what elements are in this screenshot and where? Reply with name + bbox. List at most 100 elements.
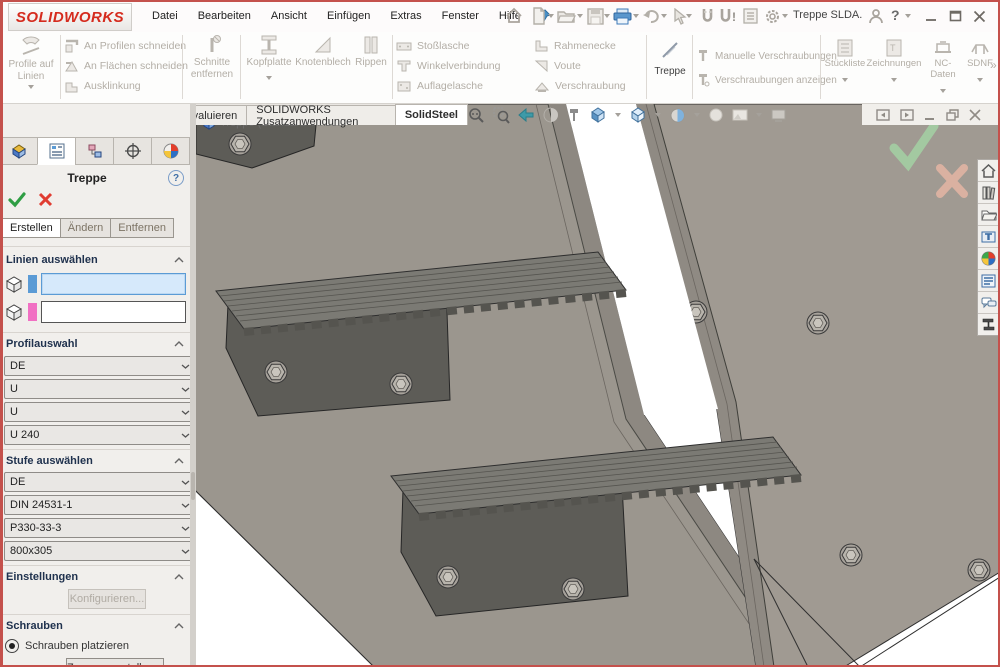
minimize-doc-icon[interactable] bbox=[924, 109, 936, 121]
task-list-icon[interactable] bbox=[740, 6, 760, 26]
ribbon-voute-button[interactable]: Voute bbox=[534, 56, 626, 76]
mode-tab-erstellen[interactable]: Erstellen bbox=[2, 218, 61, 238]
pin-view-icon[interactable] bbox=[567, 107, 581, 123]
print-icon[interactable] bbox=[612, 6, 632, 26]
view-orientation-dropdown[interactable] bbox=[615, 113, 621, 117]
tab-zusatzanwendungen[interactable]: SOLIDWORKS Zusatzanwendungen bbox=[246, 105, 396, 125]
ribbon-kopfplatte-button[interactable]: Kopfplatte bbox=[244, 34, 294, 100]
stufe-groesse-select[interactable]: 800x305 bbox=[4, 541, 196, 561]
ribbon-verschraubungen-anzeigen-button[interactable]: Verschraubungen anzeigen bbox=[696, 68, 837, 92]
ribbon-knotenblech-button[interactable]: Knotenblech bbox=[296, 34, 350, 100]
dimxpertmanager-tab[interactable] bbox=[113, 137, 152, 165]
profil-groesse-select[interactable]: U 240 bbox=[4, 425, 196, 445]
home-icon[interactable] bbox=[504, 6, 524, 26]
display-style-icon[interactable] bbox=[629, 106, 647, 124]
ribbon-zeichnungen-button[interactable]: T Zeichnungen bbox=[868, 34, 920, 100]
apply-scene-dropdown[interactable] bbox=[756, 113, 762, 117]
taskpane-solidsteel-button[interactable] bbox=[978, 314, 999, 335]
ribbon-an-profilen-schneiden-button[interactable]: An Profilen schneiden bbox=[64, 36, 188, 56]
view-orientation-icon[interactable] bbox=[589, 106, 607, 124]
ribbon-overflow-button[interactable]: » bbox=[990, 58, 997, 72]
ribbon-stueckliste-button[interactable]: Stückliste bbox=[823, 34, 867, 100]
menu-extras[interactable]: Extras bbox=[386, 8, 425, 24]
collapse-chevron-icon[interactable] bbox=[174, 574, 184, 580]
viewport-canvas[interactable] bbox=[196, 104, 1000, 667]
nc-daten-dropdown[interactable] bbox=[940, 89, 946, 93]
ok-check-icon[interactable] bbox=[8, 192, 26, 208]
view-settings-icon[interactable] bbox=[770, 108, 787, 123]
displaymanager-tab[interactable] bbox=[151, 137, 190, 165]
magnet-alert-icon[interactable]: ! bbox=[718, 6, 738, 26]
edit-appearance-icon[interactable] bbox=[708, 107, 724, 123]
mode-tab-aendern[interactable]: Ändern bbox=[60, 218, 111, 238]
undo-dropdown[interactable] bbox=[661, 14, 667, 18]
ribbon-auflagelasche-button[interactable]: Auflagelasche bbox=[396, 76, 500, 96]
taskpane-folder-button[interactable] bbox=[978, 204, 999, 226]
ribbon-winkelverbindung-button[interactable]: Winkelverbindung bbox=[396, 56, 500, 76]
new-document-dropdown[interactable] bbox=[548, 14, 554, 18]
menu-bearbeiten[interactable]: Bearbeiten bbox=[194, 8, 255, 24]
tab-solidsteel[interactable]: SolidSteel bbox=[395, 104, 468, 125]
stufe-din-select[interactable]: DIN 24531-1 bbox=[4, 495, 196, 515]
display-style-dropdown[interactable] bbox=[655, 113, 661, 117]
user-icon[interactable] bbox=[866, 6, 886, 26]
apply-scene-icon[interactable] bbox=[732, 107, 748, 123]
mode-tab-entfernen[interactable]: Entfernen bbox=[110, 218, 174, 238]
section-profil-header[interactable]: Profilauswahl bbox=[6, 338, 184, 350]
stufe-typ-select[interactable]: P330-33-3 bbox=[4, 518, 196, 538]
section-view-icon[interactable] bbox=[543, 107, 559, 123]
new-document-icon[interactable] bbox=[529, 6, 549, 26]
ribbon-treppe-button[interactable]: Treppe bbox=[650, 34, 690, 100]
zeichnungen-dropdown[interactable] bbox=[891, 78, 897, 82]
menu-datei[interactable]: Datei bbox=[148, 8, 182, 24]
kopfplatte-dropdown[interactable] bbox=[266, 76, 272, 80]
print-dropdown[interactable] bbox=[633, 14, 639, 18]
section-linien-header[interactable]: Linien auswählen bbox=[6, 254, 184, 266]
taskpane-forum-button[interactable] bbox=[978, 292, 999, 314]
taskpane-library-button[interactable] bbox=[978, 182, 999, 204]
featuremanager-tree-tab[interactable] bbox=[0, 137, 38, 165]
ribbon-an-flaechen-schneiden-button[interactable]: An Flächen schneiden bbox=[64, 56, 188, 76]
profile-auf-linien-dropdown[interactable] bbox=[28, 85, 34, 89]
propertymanager-tab[interactable] bbox=[37, 137, 76, 165]
taskpane-home-button[interactable] bbox=[978, 160, 999, 182]
taskpane-appearance-button[interactable] bbox=[978, 248, 999, 270]
ribbon-schnitte-entfernen-button[interactable]: Schnitte entfernen bbox=[186, 34, 238, 100]
ribbon-verschraubung-button[interactable]: Verschraubung bbox=[534, 76, 626, 96]
save-dropdown[interactable] bbox=[604, 14, 610, 18]
profil-reihe-select[interactable]: U bbox=[4, 402, 196, 422]
menu-einfuegen[interactable]: Einfügen bbox=[323, 8, 374, 24]
help-dropdown[interactable] bbox=[905, 14, 911, 18]
ribbon-nc-daten-button[interactable]: NC-Daten bbox=[922, 34, 964, 100]
ribbon-ausklinkung-button[interactable]: Ausklinkung bbox=[64, 76, 188, 96]
configurationmanager-tab[interactable] bbox=[75, 137, 114, 165]
hide-show-dropdown[interactable] bbox=[694, 113, 700, 117]
settings-dropdown[interactable] bbox=[782, 14, 788, 18]
section-stufe-header[interactable]: Stufe auswählen bbox=[6, 455, 184, 467]
collapse-chevron-icon[interactable] bbox=[174, 257, 184, 263]
menu-fenster[interactable]: Fenster bbox=[438, 8, 483, 24]
konfigurieren-button[interactable]: Konfigurieren... bbox=[68, 589, 146, 609]
menu-ansicht[interactable]: Ansicht bbox=[267, 8, 311, 24]
magnet-icon[interactable] bbox=[697, 6, 717, 26]
panel-help-icon[interactable]: ? bbox=[168, 170, 184, 186]
restore-doc-icon[interactable] bbox=[946, 109, 959, 121]
dock-right-icon[interactable] bbox=[900, 109, 914, 121]
maximize-icon[interactable] bbox=[945, 6, 965, 26]
minimize-icon[interactable] bbox=[921, 6, 941, 26]
stueckliste-dropdown[interactable] bbox=[842, 78, 848, 82]
zoom-area-icon[interactable] bbox=[493, 107, 510, 124]
collapse-chevron-icon[interactable] bbox=[174, 623, 184, 629]
sdnf-dropdown[interactable] bbox=[977, 78, 983, 82]
open-dropdown[interactable] bbox=[577, 14, 583, 18]
ribbon-rahmenecke-button[interactable]: Rahmenecke bbox=[534, 36, 626, 56]
open-icon[interactable] bbox=[556, 6, 576, 26]
taskpane-custom-properties-button[interactable] bbox=[978, 270, 999, 292]
settings-gear-icon[interactable] bbox=[762, 6, 782, 26]
ribbon-manuelle-verschraubungen-button[interactable]: Manuelle Verschraubungen bbox=[696, 44, 837, 68]
ribbon-profile-auf-linien-button[interactable]: Profile auf Linien bbox=[4, 34, 58, 100]
section-einstellungen-header[interactable]: Einstellungen bbox=[6, 571, 184, 583]
cancel-x-icon[interactable] bbox=[38, 192, 53, 208]
ribbon-stosslasche-button[interactable]: Stoßlasche bbox=[396, 36, 500, 56]
collapse-chevron-icon[interactable] bbox=[174, 458, 184, 464]
